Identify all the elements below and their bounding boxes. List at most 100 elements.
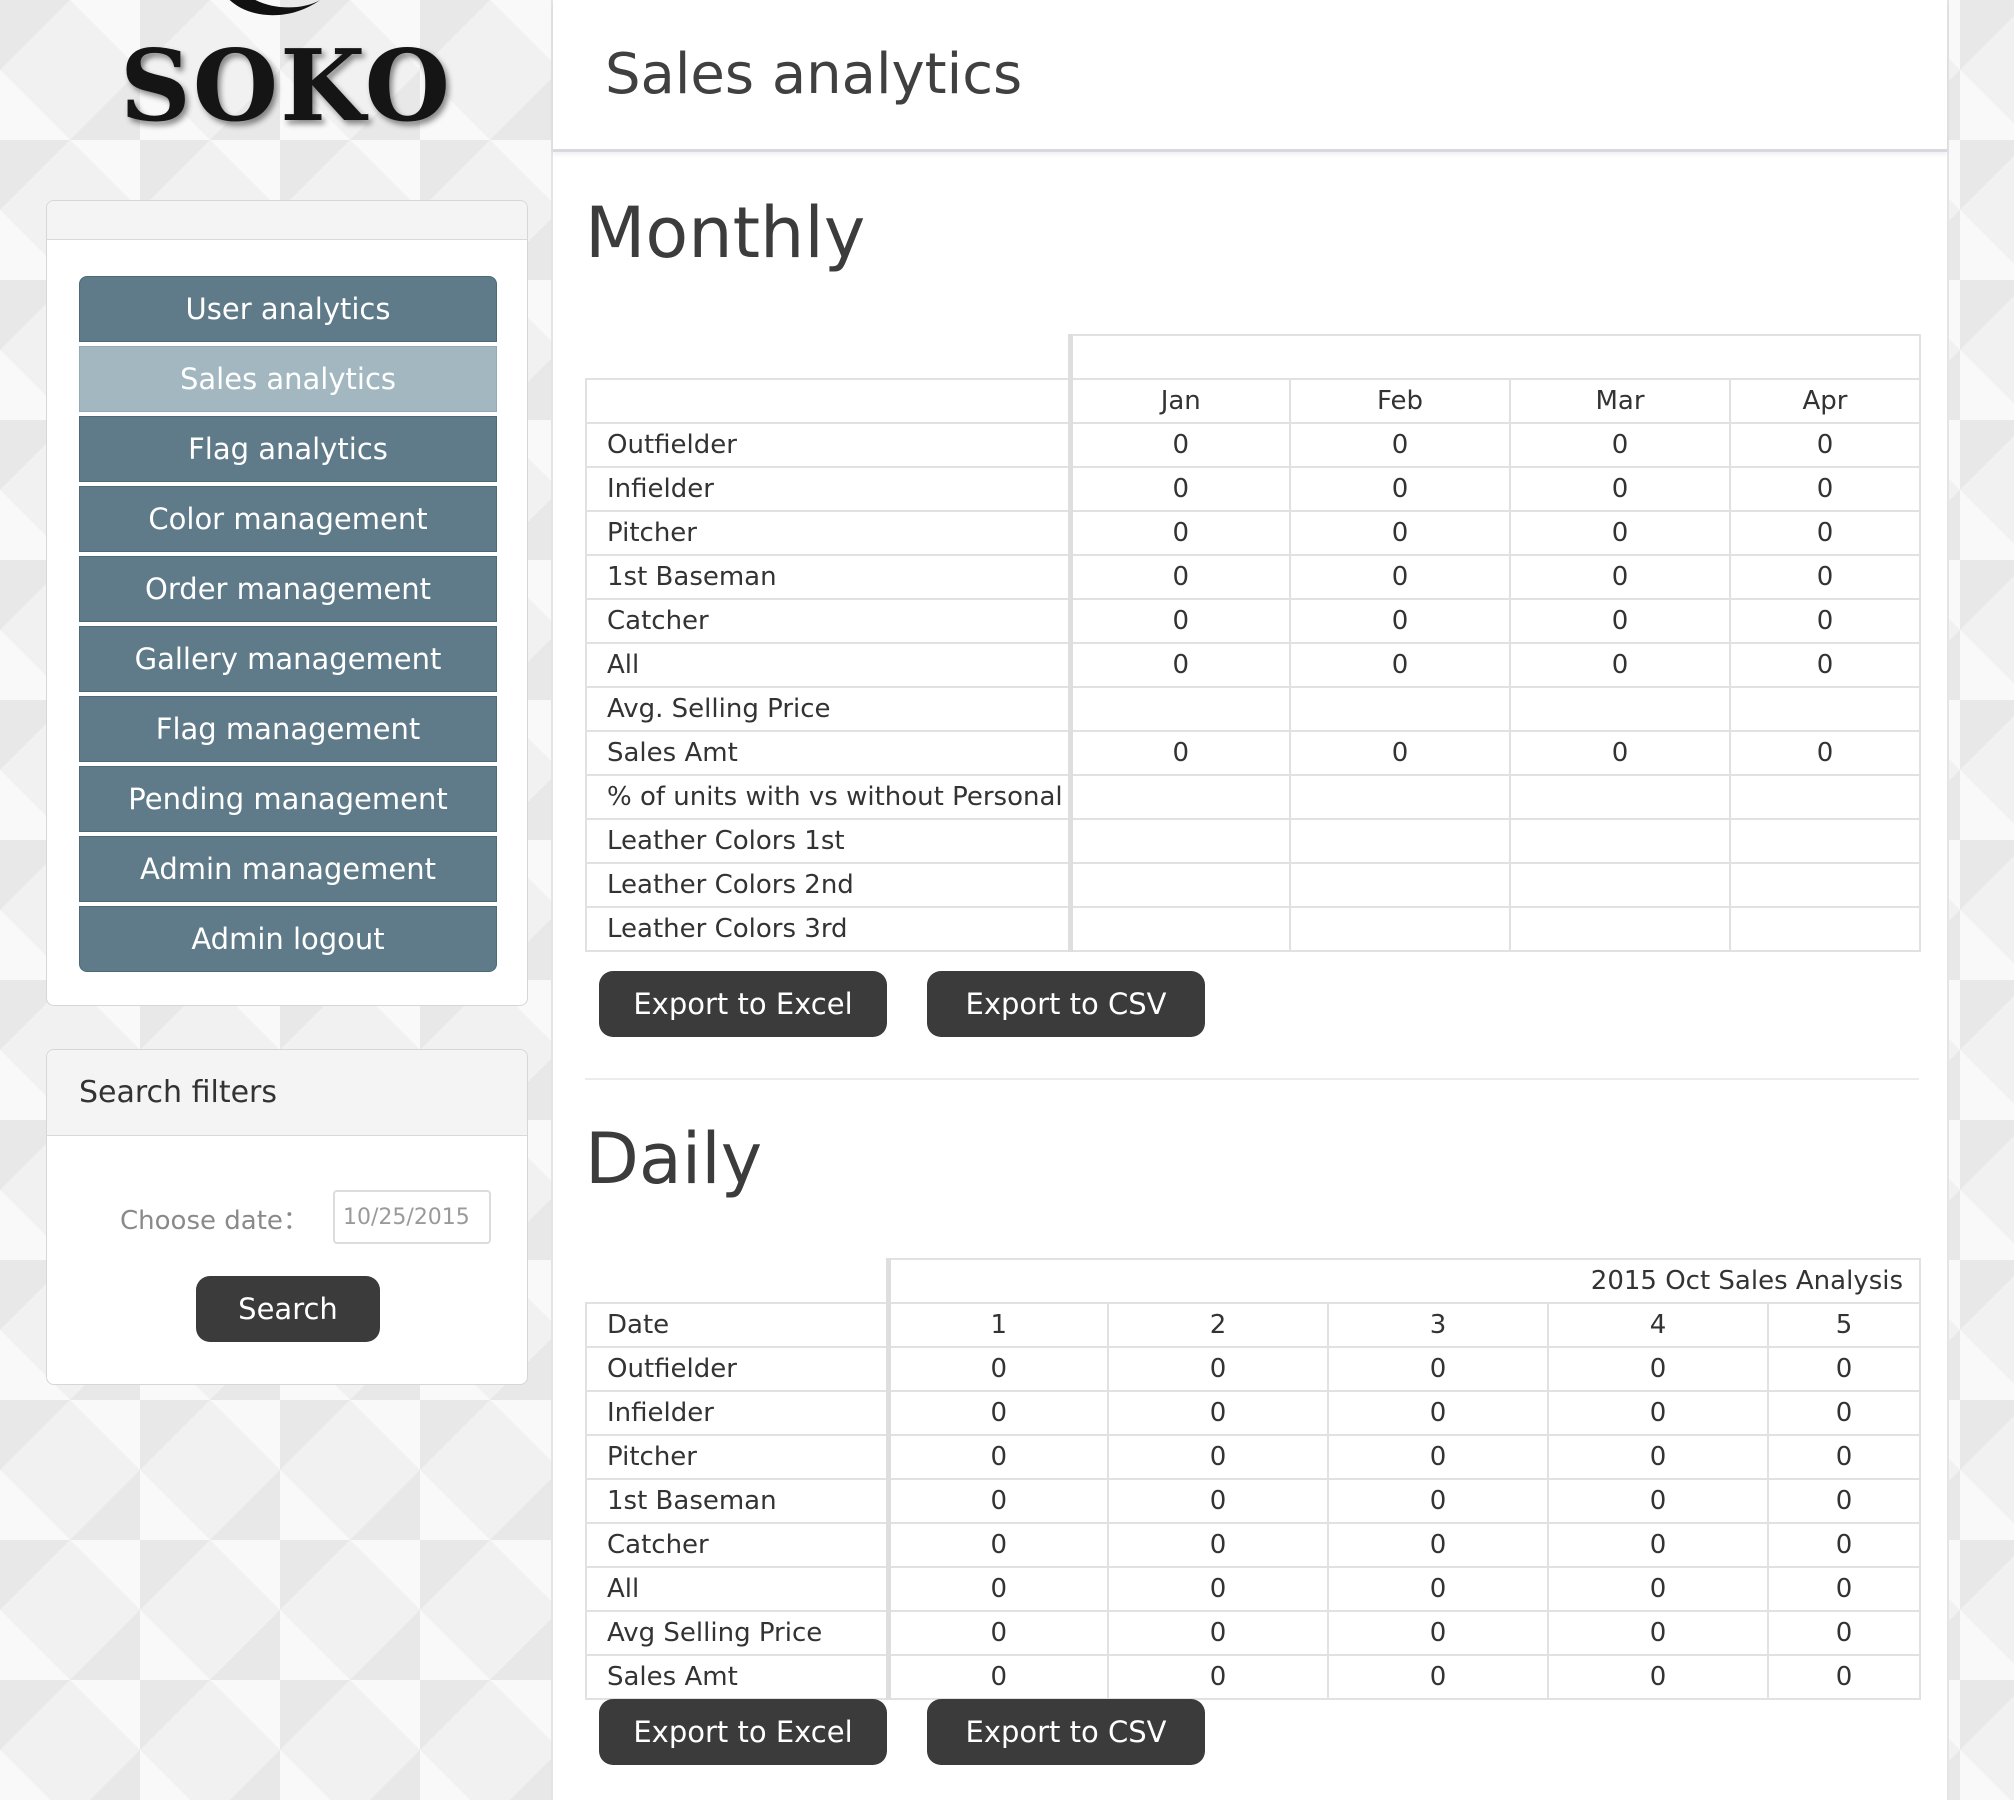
daily-header-label: Date [585, 1302, 891, 1348]
table-cell [1289, 686, 1511, 732]
table-cell [1289, 862, 1511, 908]
row-label: Pitcher [585, 510, 1073, 556]
row-label: Sales Amt [585, 1654, 891, 1700]
row-label: Leather Colors 3rd [585, 906, 1073, 952]
table-cell: 0 [1289, 466, 1511, 512]
table-cell: 0 [1327, 1346, 1549, 1392]
table-cell: 0 [1069, 730, 1291, 776]
table-cell: 0 [1766, 1522, 1922, 1568]
table-cell: 0 [1729, 422, 1921, 468]
table-cell: 0 [1327, 1566, 1549, 1612]
monthly-caption [1067, 334, 1921, 380]
nav-item-color-management[interactable]: Color management [79, 486, 497, 552]
nav-item-flag-management[interactable]: Flag management [79, 696, 497, 762]
monthly-export-csv-button[interactable]: Export to CSV [927, 971, 1205, 1037]
table-cell: 0 [1107, 1390, 1329, 1436]
table-cell: 0 [1729, 466, 1921, 512]
table-row: All 0 0 0 0 0 [585, 1566, 1922, 1612]
table-row: Leather Colors 2nd [585, 862, 1921, 908]
daily-header-row: Date 1 2 3 4 5 [585, 1302, 1922, 1348]
daily-export-buttons: Export to Excel Export to CSV [599, 1699, 1205, 1765]
table-row: 1st Baseman 0 0 0 0 0 [585, 1478, 1922, 1524]
table-cell: 0 [1327, 1478, 1549, 1524]
monthly-title: Monthly [585, 192, 866, 274]
soko-logo[interactable]: SOKO [110, 0, 450, 150]
table-cell: 0 [887, 1478, 1109, 1524]
table-cell: 0 [1729, 598, 1921, 644]
search-button[interactable]: Search [196, 1276, 380, 1342]
table-cell: 0 [1327, 1522, 1549, 1568]
row-label: Infielder [585, 1390, 891, 1436]
table-cell: 0 [1107, 1566, 1329, 1612]
table-cell: 0 [1069, 510, 1291, 556]
monthly-col-header: Mar [1509, 378, 1731, 424]
monthly-table: Jan Feb Mar Apr Outfielder 0 0 0 0 Infie… [585, 334, 1921, 952]
table-cell: 0 [1547, 1566, 1769, 1612]
table-cell: 0 [1509, 642, 1731, 688]
row-label: Pitcher [585, 1434, 891, 1480]
section-divider [585, 1078, 1919, 1080]
daily-export-csv-button[interactable]: Export to CSV [927, 1699, 1205, 1765]
table-row: Catcher 0 0 0 0 [585, 598, 1921, 644]
table-cell [1509, 906, 1731, 952]
daily-export-excel-button[interactable]: Export to Excel [599, 1699, 887, 1765]
daily-col-header: 5 [1766, 1302, 1922, 1348]
table-cell: 0 [1766, 1610, 1922, 1656]
nav-item-gallery-management[interactable]: Gallery management [79, 626, 497, 692]
navigation-panel: User analytics Sales analytics Flag anal… [46, 200, 528, 1006]
table-cell [1729, 818, 1921, 864]
monthly-header-label [585, 378, 1073, 424]
monthly-col-header: Apr [1729, 378, 1921, 424]
choose-date-label: Choose date： [120, 1206, 309, 1236]
table-row: Sales Amt 0 0 0 0 [585, 730, 1921, 776]
table-cell: 0 [1547, 1610, 1769, 1656]
date-input[interactable] [333, 1190, 491, 1244]
page-title: Sales analytics [553, 0, 1947, 152]
daily-col-header: 1 [887, 1302, 1109, 1348]
table-row: Infielder 0 0 0 0 0 [585, 1390, 1922, 1436]
table-cell: 0 [1729, 642, 1921, 688]
navigation-panel-header [47, 201, 527, 240]
nav-item-admin-logout[interactable]: Admin logout [79, 906, 497, 972]
nav-item-user-analytics[interactable]: User analytics [79, 276, 497, 342]
table-cell: 0 [1509, 598, 1731, 644]
table-cell: 0 [1547, 1654, 1769, 1700]
table-cell: 0 [1766, 1390, 1922, 1436]
table-cell: 0 [1289, 554, 1511, 600]
table-cell [1509, 686, 1731, 732]
table-cell: 0 [1069, 642, 1291, 688]
nav-item-flag-analytics[interactable]: Flag analytics [79, 416, 497, 482]
table-cell: 0 [1107, 1346, 1329, 1392]
row-label: Outfielder [585, 1346, 891, 1392]
table-row: Outfielder 0 0 0 0 0 [585, 1346, 1922, 1392]
table-cell: 0 [1547, 1390, 1769, 1436]
nav-item-pending-management[interactable]: Pending management [79, 766, 497, 832]
monthly-col-header: Feb [1289, 378, 1511, 424]
table-cell [1729, 686, 1921, 732]
table-cell: 0 [1327, 1434, 1549, 1480]
table-cell [1289, 774, 1511, 820]
monthly-caption-row [586, 334, 1921, 380]
row-label: Outfielder [585, 422, 1073, 468]
row-label: Leather Colors 1st [585, 818, 1073, 864]
table-cell: 0 [1327, 1610, 1549, 1656]
table-cell [1069, 686, 1291, 732]
nav-item-order-management[interactable]: Order management [79, 556, 497, 622]
table-cell: 0 [1107, 1654, 1329, 1700]
table-cell [1069, 862, 1291, 908]
nav-item-sales-analytics[interactable]: Sales analytics [79, 346, 497, 412]
daily-caption-row: 2015 Oct Sales Analysis [586, 1258, 1922, 1304]
monthly-col-header: Jan [1069, 378, 1291, 424]
table-cell [1069, 818, 1291, 864]
table-cell: 0 [1766, 1434, 1922, 1480]
monthly-caption-spacer [586, 335, 1070, 379]
table-cell: 0 [1766, 1346, 1922, 1392]
table-cell: 0 [887, 1566, 1109, 1612]
table-cell: 0 [1547, 1522, 1769, 1568]
table-cell: 0 [1289, 510, 1511, 556]
table-cell [1069, 774, 1291, 820]
monthly-export-excel-button[interactable]: Export to Excel [599, 971, 887, 1037]
table-cell: 0 [1766, 1654, 1922, 1700]
table-cell: 0 [887, 1654, 1109, 1700]
nav-item-admin-management[interactable]: Admin management [79, 836, 497, 902]
